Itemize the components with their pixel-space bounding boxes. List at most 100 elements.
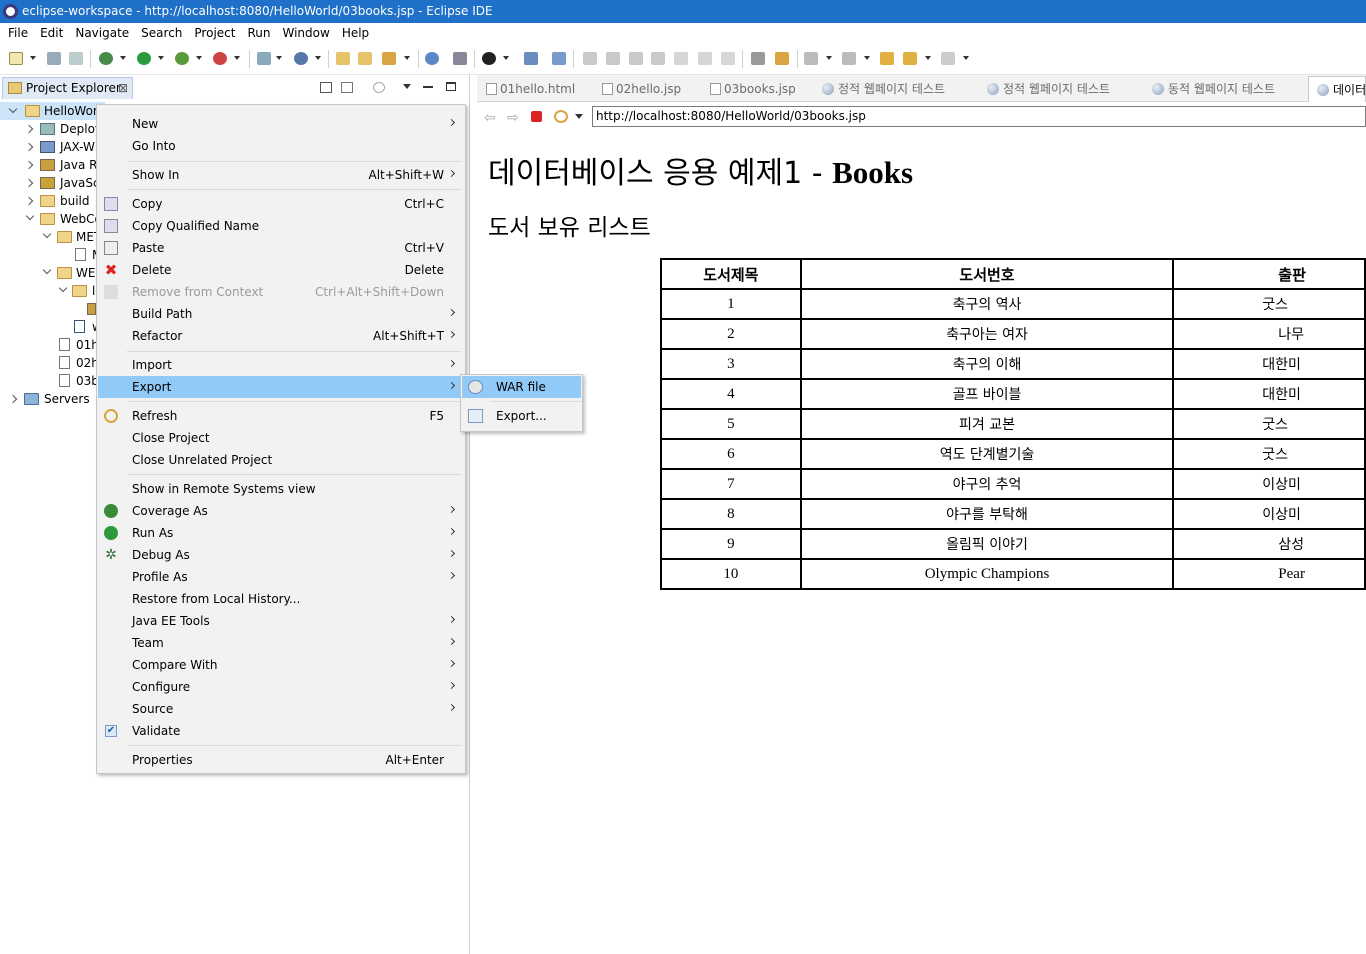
next-annotation-dropdown-icon[interactable] — [826, 56, 832, 60]
external-tools-icon[interactable] — [213, 52, 227, 65]
back-icon[interactable] — [903, 52, 917, 65]
menu-item-delete[interactable]: ✖ Delete Delete — [98, 259, 464, 281]
save-all-icon[interactable] — [69, 52, 83, 65]
menu-item-export[interactable]: Export — [98, 376, 464, 398]
next-annotation-icon[interactable] — [804, 52, 818, 65]
menu-file[interactable]: File — [2, 26, 34, 40]
menu-run[interactable]: Run — [241, 26, 276, 40]
new-dropdown-icon[interactable] — [30, 56, 36, 60]
external-tools-dropdown-icon[interactable] — [234, 56, 240, 60]
tree-item-java-resources[interactable]: Java Re — [0, 156, 104, 174]
minimize-icon[interactable] — [423, 86, 433, 88]
menu-item-source[interactable]: Source — [98, 698, 464, 720]
terminate-icon[interactable] — [629, 52, 643, 65]
back-dropdown-icon[interactable] — [925, 56, 931, 60]
menu-item-close-project[interactable]: Close Project — [98, 427, 464, 449]
step-return-icon[interactable] — [721, 52, 735, 65]
editor-tab-03books[interactable]: 03books.jsp — [708, 76, 796, 102]
menu-item-team[interactable]: Team — [98, 632, 464, 654]
menu-item-paste[interactable]: Paste Ctrl+V — [98, 237, 464, 259]
run-icon[interactable] — [137, 52, 151, 65]
forward-dropdown-icon[interactable] — [963, 56, 969, 60]
resume-icon[interactable] — [583, 52, 597, 65]
tree-item-servers[interactable]: Servers — [0, 390, 96, 408]
menu-item-profile-as[interactable]: Profile As — [98, 566, 464, 588]
tree-item-web-inf[interactable]: WEB — [0, 264, 104, 282]
menu-window[interactable]: Window — [276, 26, 335, 40]
open-folder-icon[interactable] — [358, 52, 372, 65]
menu-item-export-wizard[interactable]: Export... — [462, 405, 581, 427]
menu-item-refresh[interactable]: Refresh F5 — [98, 405, 464, 427]
menu-item-java-ee-tools[interactable]: Java EE Tools — [98, 610, 464, 632]
annotation-icon[interactable] — [775, 52, 789, 65]
search-icon[interactable] — [453, 52, 467, 65]
suspend-icon[interactable] — [606, 52, 620, 65]
browser-back-icon[interactable]: ⇦ — [484, 110, 496, 126]
tree-item-lib-jar[interactable] — [0, 300, 96, 318]
url-input[interactable]: http://localhost:8080/HelloWorld/03books… — [592, 106, 1366, 127]
editor-tab-static-test-2[interactable]: 정적 웹페이지 테스트 — [987, 76, 1110, 102]
menu-search[interactable]: Search — [135, 26, 188, 40]
open-task-icon[interactable] — [382, 52, 396, 65]
tree-item-deployment[interactable]: Deploy — [0, 120, 102, 138]
console-icon[interactable] — [524, 52, 538, 65]
menu-item-properties[interactable]: Properties Alt+Enter — [98, 749, 464, 771]
new-server-icon[interactable] — [257, 52, 271, 65]
browser-stop-icon[interactable] — [531, 111, 542, 122]
menu-item-import[interactable]: Import — [98, 354, 464, 376]
menu-item-validate[interactable]: ✔ Validate — [98, 720, 464, 742]
menu-item-show-in-remote-systems[interactable]: Show in Remote Systems view — [98, 478, 464, 500]
tree-item-01hello[interactable]: 01h — [0, 336, 99, 354]
menu-item-run-as[interactable]: Run As — [98, 522, 464, 544]
debug-icon[interactable] — [99, 52, 113, 65]
menu-edit[interactable]: Edit — [34, 26, 69, 40]
new-server-dropdown-icon[interactable] — [276, 56, 282, 60]
forward-icon[interactable] — [941, 52, 955, 65]
tree-item-webcontent[interactable]: WebCo — [0, 210, 102, 228]
tree-item-meta-inf[interactable]: MET — [0, 228, 101, 246]
last-edit-icon[interactable] — [880, 52, 894, 65]
coverage-dropdown-icon[interactable] — [196, 56, 202, 60]
menu-item-build-path[interactable]: Build Path — [98, 303, 464, 325]
web-service-icon[interactable] — [294, 52, 308, 65]
menu-item-war-file[interactable]: WAR file — [462, 376, 581, 398]
collapse-all-icon[interactable] — [320, 82, 332, 93]
editor-tab-02hello[interactable]: 02hello.jsp — [600, 76, 681, 102]
tree-item-project[interactable]: HelloWorl — [0, 102, 105, 120]
browser-refresh-dropdown-icon[interactable] — [575, 114, 583, 119]
profile-dropdown-icon[interactable] — [503, 56, 509, 60]
menu-item-close-unrelated-project[interactable]: Close Unrelated Project — [98, 449, 464, 471]
toggle-mark-icon[interactable] — [751, 52, 765, 65]
tree-item-jax-ws[interactable]: JAX-W — [0, 138, 96, 156]
tree-item-build[interactable]: build — [0, 192, 96, 210]
save-icon[interactable] — [47, 52, 61, 65]
web-service-dropdown-icon[interactable] — [315, 56, 321, 60]
close-icon[interactable]: ⊠ — [118, 78, 128, 99]
step-over-icon[interactable] — [698, 52, 712, 65]
tree-item-javascript[interactable]: JavaSc — [0, 174, 100, 192]
browser-forward-icon[interactable]: ⇨ — [507, 110, 519, 126]
menu-item-refactor[interactable]: Refactor Alt+Shift+T — [98, 325, 464, 347]
tree-item-manifest[interactable]: M — [0, 246, 102, 264]
filter-icon[interactable] — [373, 82, 385, 93]
menu-item-copy[interactable]: Copy Ctrl+C — [98, 193, 464, 215]
coverage-icon[interactable] — [175, 52, 189, 65]
skip-breakpoints-icon[interactable] — [552, 52, 566, 65]
new-icon[interactable] — [9, 52, 23, 65]
menu-item-copy-qualified-name[interactable]: Copy Qualified Name — [98, 215, 464, 237]
editor-tab-database-active[interactable]: 데이터 — [1308, 76, 1366, 102]
menu-navigate[interactable]: Navigate — [69, 26, 135, 40]
editor-tab-01hello[interactable]: 01hello.html — [484, 76, 575, 102]
globe-icon[interactable] — [425, 52, 439, 65]
open-type-icon[interactable] — [336, 52, 350, 65]
view-menu-icon[interactable] — [403, 84, 411, 89]
open-task-dropdown-icon[interactable] — [404, 56, 410, 60]
prev-annotation-icon[interactable] — [842, 52, 856, 65]
menu-item-debug-as[interactable]: ✲ Debug As — [98, 544, 464, 566]
profile-icon[interactable] — [482, 52, 496, 65]
menu-item-show-in[interactable]: Show In Alt+Shift+W — [98, 164, 464, 186]
menu-project[interactable]: Project — [188, 26, 241, 40]
disconnect-icon[interactable] — [651, 52, 665, 65]
prev-annotation-dropdown-icon[interactable] — [864, 56, 870, 60]
editor-tab-dynamic-test[interactable]: 동적 웹페이지 테스트 — [1152, 76, 1275, 102]
